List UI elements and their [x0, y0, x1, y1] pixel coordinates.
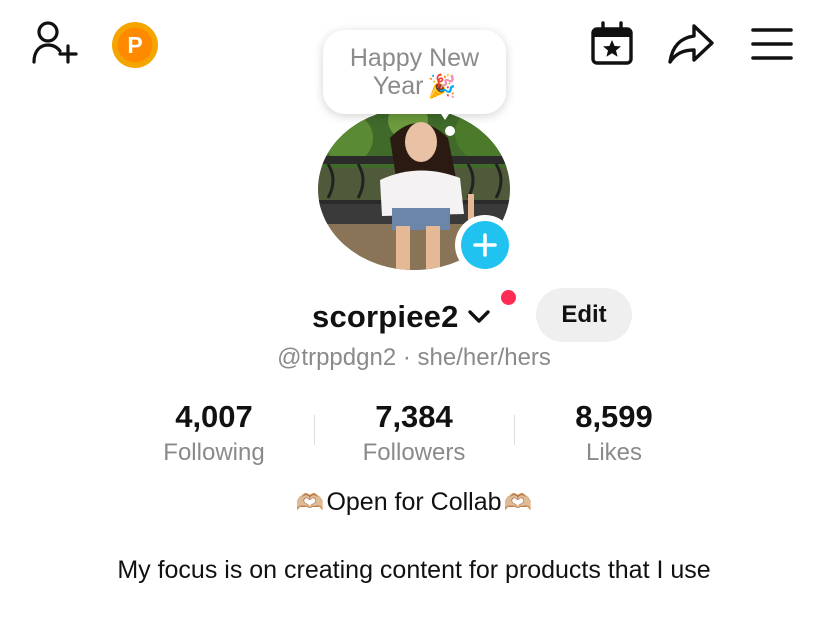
bubble-line-2-text: Year [372, 72, 424, 100]
stat-value: 4,007 [175, 399, 253, 434]
share-icon[interactable] [666, 20, 716, 68]
handle-row: @trppdgn2 · she/her/hers [0, 343, 828, 373]
heart-hands-icon: 🫶🏼 [295, 488, 325, 515]
stat-label: Following [163, 439, 265, 466]
stat-followers[interactable]: 7,384 Followers [314, 397, 514, 469]
heart-hands-icon: 🫶🏼 [503, 488, 533, 515]
bio-line-1: 🫶🏼 Open for Collab 🫶🏼 [0, 486, 828, 518]
notification-dot [501, 290, 516, 305]
coin-icon[interactable]: P [111, 21, 159, 69]
profile-page: P Happy New Year 🎉 scorpiee2 Edit @trppd… [0, 0, 828, 633]
username-switcher[interactable]: scorpiee2 [312, 294, 493, 340]
stat-following[interactable]: 4,007 Following [114, 397, 314, 469]
bubble-line-2: Year 🎉 [373, 72, 456, 100]
stat-likes[interactable]: 8,599 Likes [514, 397, 714, 469]
add-friend-icon[interactable] [30, 18, 82, 70]
handle: @trppdgn2 [277, 344, 397, 371]
bubble-line-1: Happy New [349, 44, 480, 72]
bubble-dot [445, 126, 455, 136]
pronouns: she/her/hers [417, 344, 551, 371]
coin-letter: P [127, 32, 142, 58]
edit-profile-button[interactable]: Edit [536, 288, 632, 342]
stat-label: Followers [362, 439, 466, 466]
stat-value: 7,384 [375, 399, 453, 434]
calendar-star-icon[interactable] [588, 20, 636, 68]
bubble-tail [437, 108, 453, 120]
stat-value: 8,599 [575, 399, 653, 434]
party-popper-icon: 🎉 [427, 72, 457, 99]
username: scorpiee2 [312, 299, 459, 334]
chevron-down-icon [467, 310, 490, 323]
bio-line-1-text: Open for Collab [326, 488, 502, 516]
profile-stats: 4,007 Following 7,384 Followers 8,599 Li… [112, 397, 716, 473]
menu-icon[interactable] [748, 22, 796, 66]
plus-icon [461, 221, 509, 269]
status-bubble[interactable]: Happy New Year 🎉 [323, 30, 506, 114]
separator: · [402, 344, 411, 371]
bio-line-2: My focus is on creating content for prod… [117, 556, 711, 584]
stat-label: Likes [585, 439, 643, 466]
add-profile-photo-button[interactable] [455, 215, 515, 275]
